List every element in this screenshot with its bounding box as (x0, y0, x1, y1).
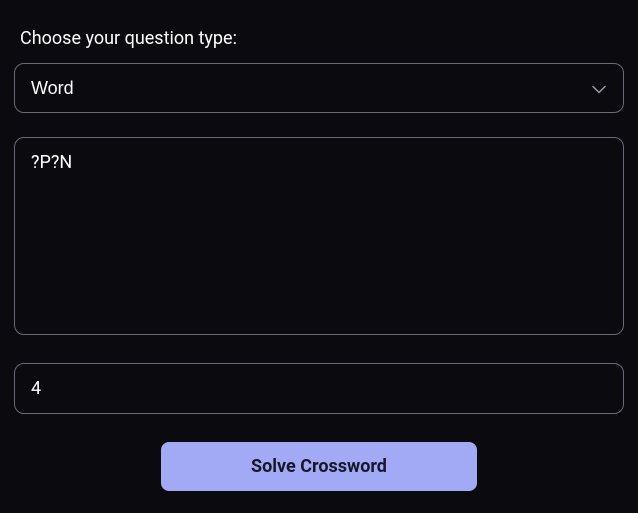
question-type-label: Choose your question type: (14, 28, 624, 49)
length-input[interactable] (14, 363, 624, 414)
question-type-select[interactable]: Word (14, 63, 624, 113)
question-type-select-wrapper: Word (14, 63, 624, 113)
pattern-input[interactable] (14, 137, 624, 335)
solve-crossword-button[interactable]: Solve Crossword (161, 442, 477, 491)
